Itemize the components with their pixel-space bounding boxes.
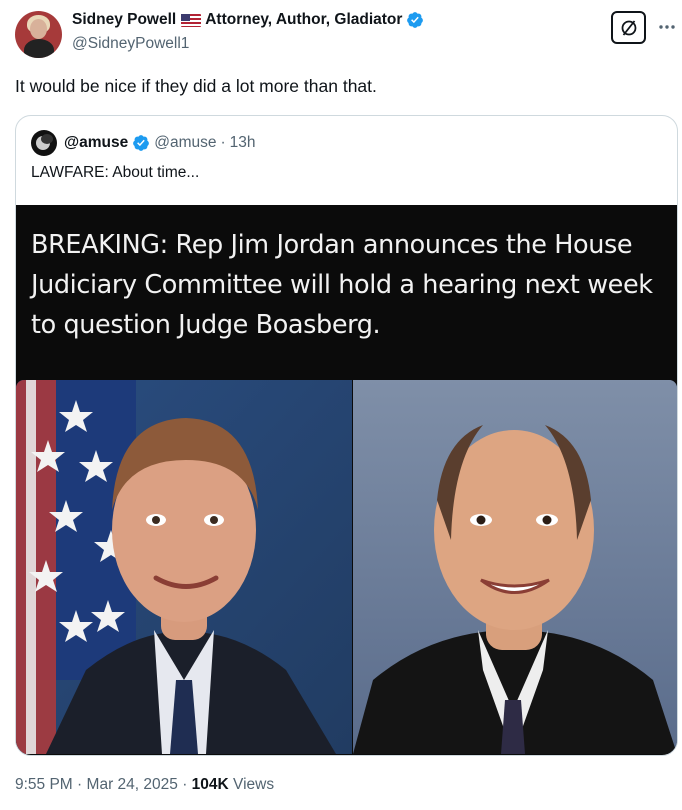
quoted-tweet-text: LAWFARE: About time... — [31, 164, 200, 181]
portrait-left — [16, 380, 352, 754]
quoted-author-handle: @amuse — [154, 134, 217, 151]
tweet-time[interactable]: 9:55 PM — [15, 776, 73, 793]
author-name[interactable]: Sidney Powell — [72, 11, 176, 29]
more-icon — [659, 25, 675, 29]
quoted-tweet[interactable]: @amuse @amuse · 13h LAWFARE: About time.… — [15, 115, 678, 756]
quoted-author-avatar — [31, 130, 57, 156]
photo-left-portrait — [16, 380, 352, 754]
quoted-time: 13h — [229, 134, 256, 151]
meta-separator: · — [182, 776, 188, 793]
more-button[interactable] — [656, 16, 678, 38]
quoted-author-name: @amuse — [64, 134, 129, 151]
quoted-media-image[interactable]: BREAKING: Rep Jim Jordan announces the H… — [16, 205, 677, 755]
author-avatar[interactable] — [15, 11, 62, 58]
author-bio: Attorney, Author, Gladiator — [205, 11, 403, 28]
avatar-body — [24, 39, 54, 58]
quoted-tweet-header: @amuse @amuse · 13h — [31, 130, 256, 156]
grok-icon — [621, 19, 636, 36]
meta-separator: · — [77, 776, 83, 793]
verified-badge-icon — [133, 135, 150, 151]
tweet-header: Sidney Powell Attorney, Author, Gladiato… — [15, 8, 675, 60]
author-name-row: Sidney Powell Attorney, Author, Gladiato… — [72, 11, 424, 29]
tweet-meta: 9:55 PM · Mar 24, 2025 · 104K Views — [15, 776, 274, 794]
author-handle[interactable]: @SidneyPowell1 — [72, 35, 189, 53]
portrait-right — [353, 380, 677, 754]
avatar-face — [30, 19, 47, 39]
quoted-separator: · — [220, 134, 226, 151]
verified-badge-icon — [407, 12, 424, 28]
tweet-date[interactable]: Mar 24, 2025 — [87, 776, 178, 793]
views-count: 104K — [191, 776, 229, 793]
tweet-text: It would be nice if they did a lot more … — [15, 76, 377, 96]
photo-right-portrait — [353, 380, 677, 754]
us-flag-icon — [181, 13, 202, 27]
grok-button[interactable] — [611, 11, 646, 44]
media-headline: BREAKING: Rep Jim Jordan announces the H… — [31, 230, 653, 340]
views-label: Views — [233, 776, 275, 793]
